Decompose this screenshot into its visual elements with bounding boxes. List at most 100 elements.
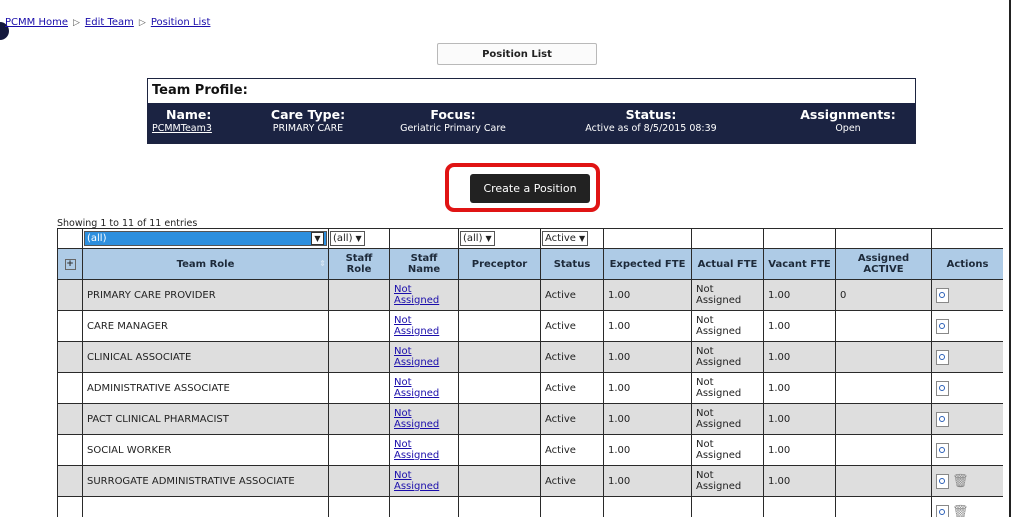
row-expand-cell[interactable] (57, 496, 83, 517)
view-details-icon[interactable] (936, 504, 949, 517)
view-details-icon[interactable] (936, 411, 949, 427)
status-cell: Active (540, 341, 604, 373)
actual-fte-cell: Not Assigned (691, 465, 764, 497)
expand-all-header[interactable]: + (57, 248, 83, 280)
status-filter-select[interactable]: Active ▼ (542, 231, 589, 246)
status-cell (540, 496, 604, 517)
column-header-label: Actions (946, 258, 989, 270)
profile-care-type-col: Care Type: PRIMARY CARE (258, 107, 358, 135)
profile-name-label: Name: (166, 107, 212, 122)
chevron-down-icon: ▼ (578, 234, 586, 243)
team-role-filter-select[interactable]: (all) ▼ (84, 231, 327, 246)
column-header-expected-fte[interactable]: Expected FTE (603, 248, 692, 280)
staff-name-link[interactable]: Not Assigned (394, 408, 439, 430)
profile-status-col: Status: Active as of 8/5/2015 08:39 (566, 107, 736, 135)
actions-cell (931, 341, 1003, 373)
preceptor-cell (458, 465, 541, 497)
view-details-icon[interactable] (936, 318, 949, 334)
actions-cell (931, 310, 1003, 342)
row-expand-cell[interactable] (57, 434, 83, 466)
row-expand-cell[interactable] (57, 341, 83, 373)
staff-name-cell: Not Assigned (389, 341, 459, 373)
filter-cell (603, 228, 692, 249)
table-row: CLINICAL ASSOCIATE Not Assigned Active 1.00… (57, 341, 1003, 373)
position-table: (all) ▼ (all) ▼ (all) ▼ Active ▼ + Team … (57, 228, 1003, 517)
actions-cell (931, 403, 1003, 435)
staff-name-link[interactable]: Not Assigned (394, 377, 439, 399)
filter-cell (57, 228, 83, 249)
view-details-icon[interactable] (936, 473, 949, 489)
staff-name-link[interactable]: Not Assigned (394, 470, 439, 492)
column-header-label: Expected FTE (609, 258, 686, 270)
filter-cell (763, 228, 836, 249)
trash-icon[interactable]: 🗑 (952, 505, 969, 517)
position-list-button[interactable]: Position List (437, 43, 597, 65)
column-header-preceptor[interactable]: Preceptor (458, 248, 541, 280)
staff-name-cell: Not Assigned (389, 372, 459, 404)
actual-fte-cell: Not Assigned (691, 341, 764, 373)
assigned-active-cell: 0 (835, 279, 932, 311)
column-header-staff-name[interactable]: Staff Name (389, 248, 459, 280)
preceptor-cell (458, 372, 541, 404)
view-details-icon[interactable] (936, 442, 949, 458)
staff-name-link[interactable]: Not Assigned (394, 346, 439, 368)
actual-fte-cell: Not Assigned (691, 434, 764, 466)
expected-fte-cell (603, 496, 692, 517)
preceptor-filter-select[interactable]: (all) ▼ (460, 231, 495, 246)
row-expand-cell[interactable] (57, 310, 83, 342)
view-details-icon[interactable] (936, 287, 949, 303)
trash-icon[interactable]: 🗑 (952, 474, 969, 489)
breadcrumb-pcmm-home[interactable]: PCMM Home (5, 17, 68, 28)
team-role-cell: SURROGATE ADMINISTRATIVE ASSOCIATE (82, 465, 329, 497)
row-expand-cell[interactable] (57, 279, 83, 311)
row-expand-cell[interactable] (57, 403, 83, 435)
breadcrumb-position-list[interactable]: Position List (151, 17, 211, 28)
column-header-label: Team Role (176, 258, 235, 270)
team-role-cell: CLINICAL ASSOCIATE (82, 341, 329, 373)
column-header-vacant-fte[interactable]: Vacant FTE (763, 248, 836, 280)
view-details-icon[interactable] (936, 380, 949, 396)
breadcrumb-edit-team[interactable]: Edit Team (85, 17, 134, 28)
column-header-label: Vacant FTE (768, 258, 831, 270)
filter-cell (931, 228, 1003, 249)
assigned-active-cell (835, 465, 932, 497)
row-expand-cell[interactable] (57, 465, 83, 497)
row-expand-cell[interactable] (57, 372, 83, 404)
filter-cell (691, 228, 764, 249)
plus-icon: + (64, 259, 76, 270)
chevron-down-icon: ▼ (311, 232, 324, 245)
vacant-fte-cell: 1.00 (763, 310, 836, 342)
team-role-cell: PACT CLINICAL PHARMACIST (82, 403, 329, 435)
staff-name-cell: Not Assigned (389, 403, 459, 435)
profile-name-link[interactable]: PCMMTeam3 (152, 123, 212, 134)
expected-fte-cell: 1.00 (603, 465, 692, 497)
staff-role-cell (328, 279, 390, 311)
filter-cell (835, 228, 932, 249)
column-header-assigned-active[interactable]: Assigned ACTIVE (835, 248, 932, 280)
column-header-label: Staff Name (407, 253, 441, 275)
table-row: SURROGATE ADMINISTRATIVE ASSOCIATE Not As… (57, 465, 1003, 497)
staff-role-filter-select[interactable]: (all) ▼ (330, 231, 365, 246)
column-header-label: Assigned ACTIVE (857, 253, 910, 275)
status-cell: Active (540, 465, 604, 497)
view-details-icon[interactable] (936, 349, 949, 365)
create-position-button[interactable]: Create a Position (470, 174, 590, 203)
profile-assignments-value: Open (835, 123, 861, 134)
column-header-staff-role[interactable]: Staff Role (328, 248, 390, 280)
staff-name-link[interactable]: Not Assigned (394, 439, 439, 461)
filter-cell: Active ▼ (540, 228, 604, 249)
column-header-actual-fte[interactable]: Actual FTE (691, 248, 764, 280)
column-header-label: Preceptor (471, 258, 528, 270)
position-table-container: (all) ▼ (all) ▼ (all) ▼ Active ▼ + Team … (57, 228, 1003, 517)
staff-role-cell (328, 310, 390, 342)
column-header-status[interactable]: Status (540, 248, 604, 280)
preceptor-cell (458, 279, 541, 311)
actions-cell (931, 279, 1003, 311)
staff-role-cell (328, 403, 390, 435)
actual-fte-cell: Not Assigned (691, 310, 764, 342)
expected-fte-cell: 1.00 (603, 341, 692, 373)
column-header-team-role[interactable]: Team Role ⇕ (82, 248, 329, 280)
staff-name-link[interactable]: Not Assigned (394, 315, 439, 337)
staff-role-cell (328, 465, 390, 497)
staff-name-link[interactable]: Not Assigned (394, 284, 439, 306)
